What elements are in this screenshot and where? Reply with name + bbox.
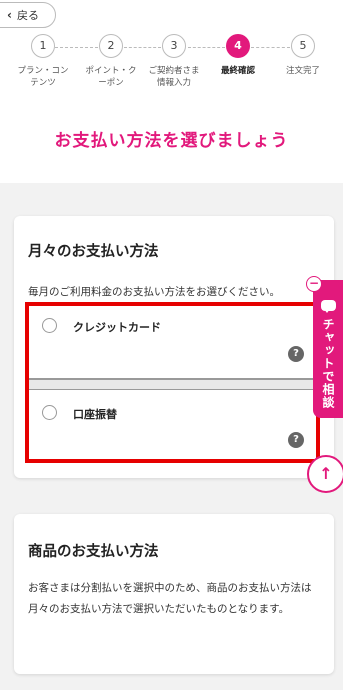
step-label-line1: 注文完了: [285, 66, 320, 76]
product-payment-heading: 商品のお支払い方法: [28, 544, 159, 560]
chat-minimize-button[interactable]: −: [306, 276, 322, 292]
option-divider: [29, 378, 316, 389]
chevron-left-icon: ‹: [7, 8, 12, 22]
product-payment-card: 商品のお支払い方法 お客さまは分割払いを選択中のため、商品のお支払い方法は月々の…: [14, 514, 334, 674]
step-number: 3: [162, 34, 186, 58]
step-label-line1: プラン・コン: [17, 66, 69, 76]
payment-options-highlight: クレジットカード ? 口座振替 ?: [25, 302, 320, 463]
step-label-line2: 情報入力: [156, 78, 191, 88]
product-payment-text: お客さまは分割払いを選択中のため、商品のお支払い方法は月々のお支払い方法で選択い…: [28, 582, 312, 615]
back-button-label: 戻る: [16, 9, 39, 22]
step-label-line1: 最終確認: [220, 66, 255, 76]
progress-steps: 1 プラン・コン テンツ 2 ポイント・ク ーポン 3 ご契約者さま 情報入力 …: [0, 34, 343, 94]
step-label: 注文完了: [263, 65, 343, 77]
option-credit-card[interactable]: クレジットカード ?: [29, 306, 316, 378]
step-label-line2: テンツ: [30, 78, 56, 88]
scroll-to-top-button[interactable]: ↑: [307, 455, 343, 493]
option-bank-transfer[interactable]: 口座振替 ?: [29, 389, 316, 459]
step-number: 1: [31, 34, 55, 58]
option-label: クレジットカード: [73, 321, 161, 334]
arrow-up-icon: ↑: [319, 464, 333, 483]
chat-consult-button[interactable]: チャットで相談: [313, 280, 343, 418]
step-number: 2: [99, 34, 123, 58]
chat-label: チャットで相談: [321, 318, 335, 409]
radio-button[interactable]: [42, 318, 57, 333]
step-number: 5: [291, 34, 315, 58]
back-button[interactable]: ‹ 戻る: [0, 2, 56, 28]
option-label: 口座振替: [73, 408, 117, 421]
step-label-line1: ポイント・ク: [85, 66, 137, 76]
header-area: ‹ 戻る 1 プラン・コン テンツ 2 ポイント・ク ーポン 3 ご契約者さま …: [0, 0, 343, 183]
step-label-line2: ーポン: [98, 78, 124, 88]
help-icon[interactable]: ?: [288, 346, 304, 362]
step-5: 5 注文完了: [263, 34, 343, 77]
monthly-payment-heading: 月々のお支払い方法: [28, 244, 159, 260]
chat-bubble-icon: [321, 300, 336, 313]
step-label-line1: ご契約者さま: [148, 66, 200, 76]
radio-button[interactable]: [42, 405, 57, 420]
page-title: お支払い方法を選びましょう: [54, 131, 289, 151]
monthly-payment-description: 毎月のご利用料金のお支払い方法をお選びください。: [28, 286, 280, 298]
step-number: 4: [226, 34, 250, 58]
help-icon[interactable]: ?: [288, 432, 304, 448]
